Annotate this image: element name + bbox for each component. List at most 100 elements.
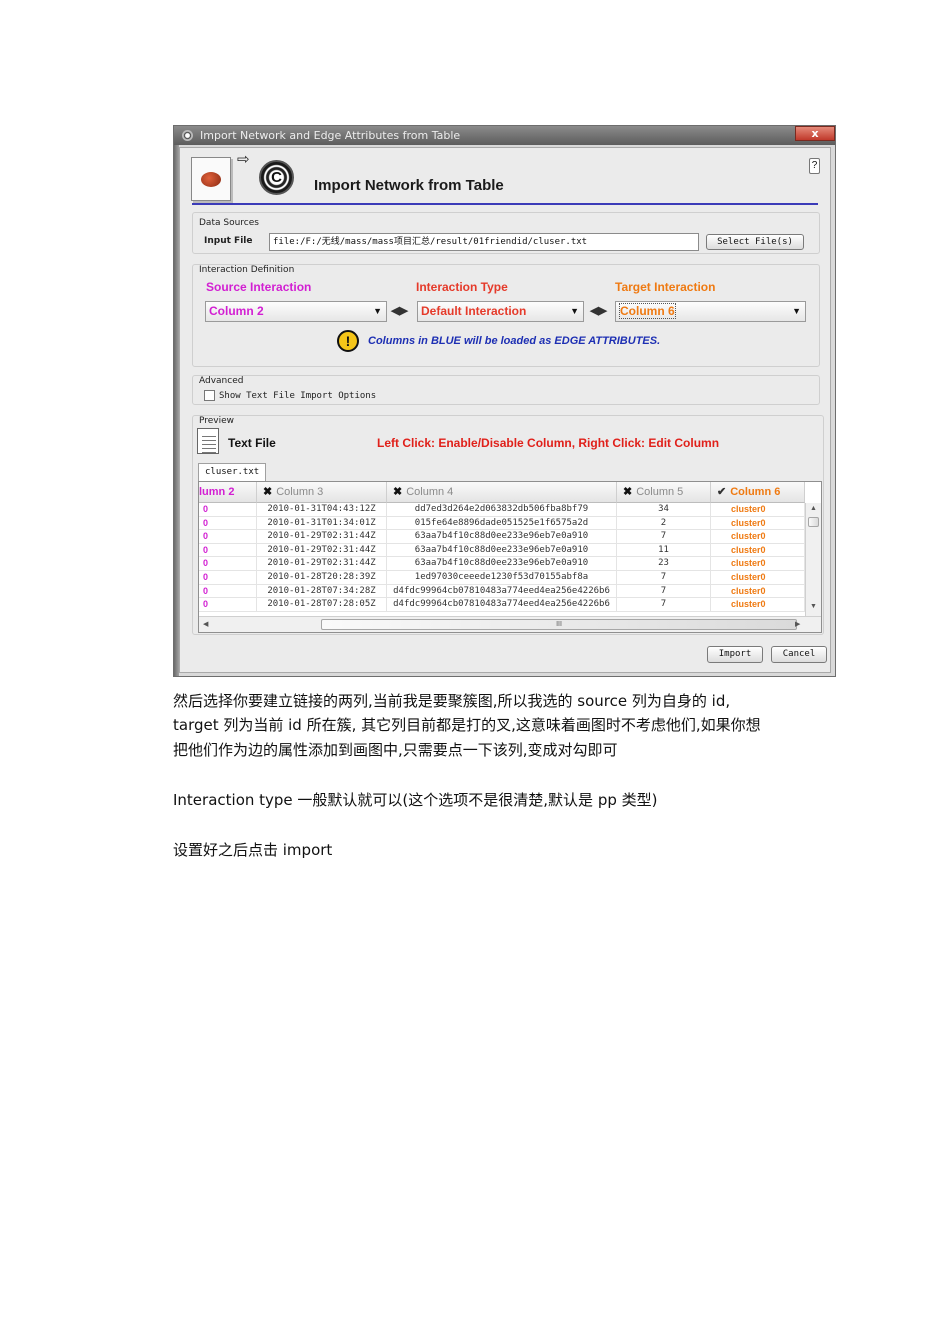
interaction-type-value: Default Interaction bbox=[421, 304, 527, 318]
table-cell: 0 bbox=[199, 503, 257, 517]
cross-icon: ✖ bbox=[263, 486, 273, 498]
table-cell: cluster0 bbox=[711, 516, 805, 531]
show-text-import-options-checkbox[interactable] bbox=[204, 390, 215, 401]
table-cell: 63aa7b4f10c88d0ee233e96eb7e0a910 bbox=[387, 557, 617, 571]
table-cell: cluster0 bbox=[711, 557, 805, 571]
column-header[interactable]: ✔ Column 6 bbox=[711, 482, 805, 503]
vertical-scrollbar[interactable]: ▲ ▼ bbox=[805, 503, 821, 616]
table-cell: cluster0 bbox=[711, 571, 805, 585]
table-cell: d4fdc99964cb07810483a774eed4ea256e4226b6 bbox=[387, 598, 617, 612]
table-cell: 0 bbox=[199, 543, 257, 558]
scroll-right-icon[interactable]: ▶ bbox=[795, 620, 800, 628]
horizontal-scrollbar[interactable]: ◀ III ▶ bbox=[199, 616, 821, 632]
swap-arrows-icon: ◀▶ bbox=[391, 305, 408, 317]
table-cell: 63aa7b4f10c88d0ee233e96eb7e0a910 bbox=[387, 543, 617, 558]
interaction-type-note: Interaction type 一般默认就可以(这个选项不是很清楚,默认是 p… bbox=[173, 791, 658, 809]
column-header-label: lumn 2 bbox=[199, 486, 235, 498]
scroll-down-icon[interactable]: ▼ bbox=[810, 603, 817, 610]
window-title: Import Network and Edge Attributes from … bbox=[200, 129, 461, 142]
table-cell: d4fdc99964cb07810483a774eed4ea256e4226b6 bbox=[387, 584, 617, 599]
scroll-left-icon[interactable]: ◀ bbox=[203, 620, 208, 628]
column-header[interactable]: ✖ Column 5 bbox=[617, 482, 711, 503]
cross-icon: ✖ bbox=[623, 486, 633, 498]
table-cell: 2010-01-29T02:31:44Z bbox=[257, 530, 387, 544]
table-cell: 34 bbox=[617, 503, 711, 517]
app-icon bbox=[182, 130, 193, 141]
import-dialog-window: Import Network and Edge Attributes from … bbox=[173, 125, 836, 677]
arrow-right-icon: ⇨ bbox=[237, 151, 250, 168]
table-cell: dd7ed3d264e2d063832db506fba8bf79 bbox=[387, 503, 617, 517]
table-cell: 0 bbox=[199, 530, 257, 544]
table-cell: 2010-01-29T02:31:44Z bbox=[257, 557, 387, 571]
explanation-line-1: 然后选择你要建立链接的两列,当前我是要聚簇图,所以我选的 source 列为自身… bbox=[173, 692, 731, 710]
edge-attributes-warning: Columns in BLUE will be loaded as EDGE A… bbox=[368, 335, 661, 347]
table-cell: 2 bbox=[617, 516, 711, 531]
chevron-down-icon: ▼ bbox=[373, 306, 382, 316]
interaction-definition-label: Interaction Definition bbox=[199, 265, 295, 275]
table-cell: 2010-01-29T02:31:44Z bbox=[257, 543, 387, 558]
horizontal-scroll-thumb[interactable]: III bbox=[321, 619, 797, 630]
close-button[interactable]: x bbox=[795, 126, 835, 141]
column-header-label: Column 3 bbox=[276, 486, 324, 498]
data-sources-label: Data Sources bbox=[199, 218, 259, 228]
source-interaction-select[interactable]: Column 2 ▼ bbox=[205, 301, 387, 322]
table-cell: 23 bbox=[617, 557, 711, 571]
table-cell: 0 bbox=[199, 598, 257, 612]
explanation-line-2: target 列为当前 id 所在簇, 其它列目前都是打的叉,这意味着画图时不考… bbox=[173, 716, 761, 734]
column-header-label: Column 4 bbox=[406, 486, 454, 498]
target-interaction-value: Column 6 bbox=[619, 303, 676, 319]
preview-label: Preview bbox=[199, 416, 235, 426]
table-cell: cluster0 bbox=[711, 530, 805, 544]
table-cell: 11 bbox=[617, 543, 711, 558]
cytoscape-logo-icon: C bbox=[259, 160, 294, 195]
table-cell: 2010-01-28T20:28:39Z bbox=[257, 571, 387, 585]
preview-click-hint: Left Click: Enable/Disable Column, Right… bbox=[377, 436, 720, 450]
show-text-import-options-label: Show Text File Import Options bbox=[219, 391, 377, 401]
table-cell: 2010-01-31T04:43:12Z bbox=[257, 503, 387, 517]
source-interaction-value: Column 2 bbox=[209, 304, 264, 318]
table-cell: 0 bbox=[199, 571, 257, 585]
help-button[interactable]: ? bbox=[809, 158, 820, 174]
header-title: Import Network from Table bbox=[314, 177, 504, 194]
cross-icon: ✖ bbox=[393, 486, 403, 498]
import-instruction: 设置好之后点击 import bbox=[173, 841, 333, 859]
table-cell: 0 bbox=[199, 516, 257, 531]
chevron-down-icon: ▼ bbox=[570, 306, 579, 316]
interaction-type-select[interactable]: Default Interaction ▼ bbox=[417, 301, 584, 322]
cancel-button[interactable]: Cancel bbox=[771, 646, 827, 663]
column-header[interactable]: ✖ Column 4 bbox=[387, 482, 617, 503]
table-cell: 7 bbox=[617, 584, 711, 599]
explanation-line-3: 把他们作为边的属性添加到画图中,只需要点一下该列,变成对勾即可 bbox=[173, 741, 618, 759]
column-header[interactable]: ✖ Column 3 bbox=[257, 482, 387, 503]
tab-cluser-txt[interactable]: cluser.txt bbox=[198, 463, 267, 481]
table-cell: 0 bbox=[199, 584, 257, 599]
chevron-down-icon: ▼ bbox=[792, 306, 801, 316]
title-bar[interactable]: Import Network and Edge Attributes from … bbox=[174, 126, 835, 145]
select-files-button[interactable]: Select File(s) bbox=[706, 234, 804, 250]
table-cell: 7 bbox=[617, 571, 711, 585]
column-header-label: Column 5 bbox=[636, 486, 684, 498]
table-cell: cluster0 bbox=[711, 503, 805, 517]
column-header-label: Column 6 bbox=[730, 486, 781, 498]
table-cell: cluster0 bbox=[711, 598, 805, 612]
table-cell: 7 bbox=[617, 598, 711, 612]
table-cell: 2010-01-31T01:34:01Z bbox=[257, 516, 387, 531]
vertical-scroll-thumb[interactable] bbox=[808, 517, 819, 527]
import-button[interactable]: Import bbox=[707, 646, 763, 663]
dialog-content: ⇨ C Import Network from Table ? Data Sou… bbox=[179, 147, 831, 673]
table-cell: 2010-01-28T07:34:28Z bbox=[257, 584, 387, 599]
input-file-field[interactable]: file:/F:/无线/mass/mass项目汇总/result/01frien… bbox=[269, 233, 699, 251]
warning-icon: ! bbox=[337, 330, 359, 352]
swap-arrows-icon: ◀▶ bbox=[590, 305, 607, 317]
column-header[interactable]: lumn 2 bbox=[199, 482, 257, 503]
header-divider bbox=[192, 203, 818, 205]
input-file-label: Input File bbox=[204, 236, 253, 246]
target-interaction-select[interactable]: Column 6 ▼ bbox=[615, 301, 806, 322]
table-cell: 1ed97030ceeede1230f53d70155abf8a bbox=[387, 571, 617, 585]
table-cell: 63aa7b4f10c88d0ee233e96eb7e0a910 bbox=[387, 530, 617, 544]
target-interaction-label: Target Interaction bbox=[615, 280, 716, 294]
table-cell: 7 bbox=[617, 530, 711, 544]
check-icon: ✔ bbox=[717, 486, 727, 498]
scroll-up-icon[interactable]: ▲ bbox=[810, 505, 817, 512]
preview-table: lumn 2 ✖ Column 3 ✖ Column 4 ✖ Column 5 ✔ Column… bbox=[198, 481, 822, 633]
